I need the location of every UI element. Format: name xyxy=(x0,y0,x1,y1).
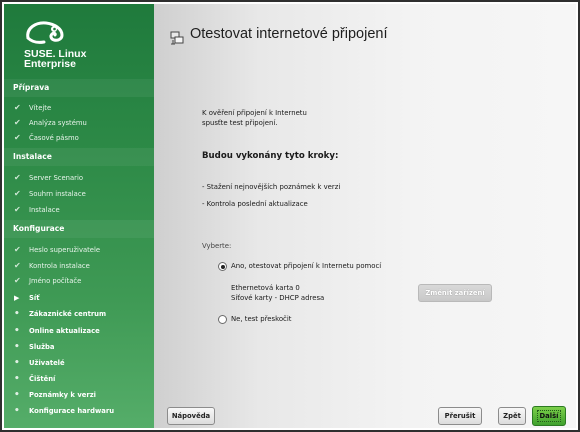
bullet-icon: • xyxy=(14,358,20,368)
arrow-right-icon: ▶ xyxy=(14,294,20,302)
sidebar-item-konfigurace-hardwaru: • Konfigurace hardwaru xyxy=(14,406,115,416)
sidebar-item-vitejte: ✔ Vítejte xyxy=(4,101,154,115)
choose-label: Vyberte: xyxy=(202,242,232,250)
sidebar-item-online-aktualizace: • Online aktualizace xyxy=(14,326,100,336)
checkmark-icon: ✔ xyxy=(14,118,21,127)
checkmark-icon: ✔ xyxy=(14,173,21,182)
sidebar-item-uzivatele: • Uživatelé xyxy=(14,358,65,368)
steps-heading: Budou vykonány tyto kroky: xyxy=(202,151,339,161)
bullet-icon: • xyxy=(14,406,20,416)
option-yes-label[interactable]: Ano, otestovat připojení k Internetu pom… xyxy=(231,262,381,272)
main-panel: Otestovat internetové připojení K ověřen… xyxy=(154,4,576,428)
sidebar-item-zakaznicke-centrum: • Zákaznické centrum xyxy=(14,309,107,319)
network-icon xyxy=(170,31,184,45)
sidebar-section-konfigurace: Konfigurace xyxy=(4,220,154,238)
sidebar-item-heslo-superuzivatele: ✔ Heslo superuživatele xyxy=(4,243,154,257)
sidebar-item-instalace: ✔ Instalace xyxy=(4,203,154,217)
checkmark-icon: ✔ xyxy=(14,245,21,254)
back-button[interactable]: Zpět xyxy=(498,407,526,425)
checkmark-icon: ✔ xyxy=(14,103,21,112)
sidebar-section-instalace: Instalace xyxy=(4,148,154,166)
step-update-check: - Kontrola poslední aktualizace xyxy=(202,200,308,208)
radio-test-yes[interactable] xyxy=(218,262,227,271)
bullet-icon: • xyxy=(14,342,20,352)
checkmark-icon: ✔ xyxy=(14,133,21,142)
page-title: Otestovat internetové připojení xyxy=(190,26,388,42)
sidebar-item-kontrola-instalace: ✔ Kontrola instalace xyxy=(4,259,154,273)
checkmark-icon: ✔ xyxy=(14,205,21,214)
sidebar-item-sluzba: • Služba xyxy=(14,342,55,352)
intro-text: K ověření připojení k Internetu spusťte … xyxy=(202,109,307,127)
sidebar-item-cisteni: • Čištění xyxy=(14,374,56,384)
bullet-icon: • xyxy=(14,326,20,336)
bullet-icon: • xyxy=(14,309,20,319)
sidebar-item-souhrn-instalace: ✔ Souhrn instalace xyxy=(4,187,154,201)
chameleon-logo-icon xyxy=(26,21,64,44)
sidebar-item-jmeno-pocitace: ✔ Jméno počítače xyxy=(4,274,154,288)
next-button[interactable]: Další xyxy=(532,406,566,426)
radio-test-no[interactable] xyxy=(218,315,227,324)
bullet-icon: • xyxy=(14,374,20,384)
sidebar-item-server-scenario: ✔ Server Scenario xyxy=(4,171,154,185)
sidebar-item-sit: ▶ Síť xyxy=(4,291,154,305)
sidebar-item-analyza-systemu: ✔ Analýza systému xyxy=(4,116,154,130)
change-device-button[interactable]: Změnit zařízení xyxy=(418,284,492,302)
checkmark-icon: ✔ xyxy=(14,261,21,270)
option-no-label[interactable]: Ne, test přeskočit xyxy=(231,315,291,325)
checkmark-icon: ✔ xyxy=(14,189,21,198)
checkmark-icon: ✔ xyxy=(14,276,21,285)
sidebar-section-priprava: Příprava xyxy=(4,79,154,97)
step-release-notes: - Stažení nejnovějších poznámek k verzi xyxy=(202,183,341,191)
brand-name: SUSE. Linux Enterprise xyxy=(24,48,87,70)
suse-logo: SUSE. Linux Enterprise xyxy=(4,4,154,84)
abort-button[interactable]: Přerušit xyxy=(438,407,482,425)
sidebar-item-poznamky-k-verzi: • Poznámky k verzi xyxy=(14,390,96,400)
device-info: Ethernetová karta 0 Síťové karty - DHCP … xyxy=(231,284,325,302)
installer-sidebar: SUSE. Linux Enterprise Příprava ✔ Vítejte… xyxy=(4,4,154,428)
sidebar-item-casove-pasmo: ✔ Časové pásmo xyxy=(4,131,154,145)
help-button[interactable]: Nápověda xyxy=(167,407,215,425)
bullet-icon: • xyxy=(14,390,20,400)
